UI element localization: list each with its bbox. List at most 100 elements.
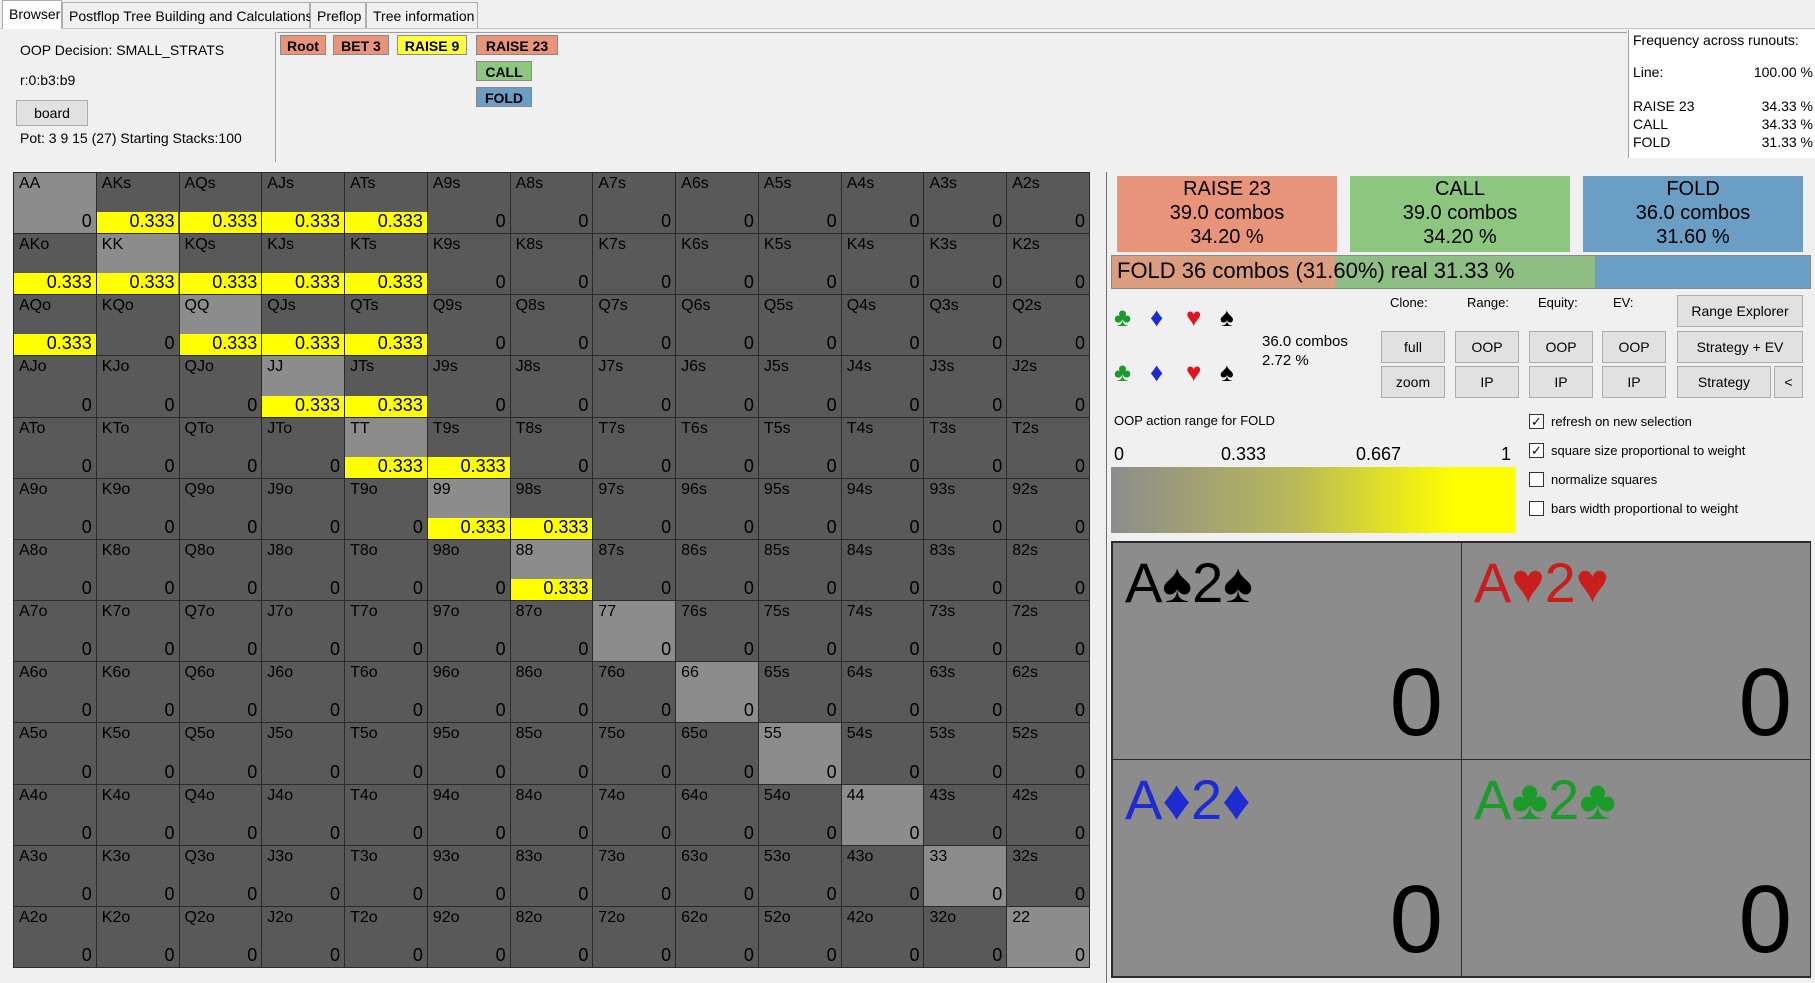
hand-cell[interactable]: A3s 0 bbox=[923, 172, 1008, 235]
action-call[interactable]: CALL 39.0 combos 34.20 % bbox=[1350, 176, 1570, 252]
hand-cell[interactable]: 87o 0 bbox=[509, 600, 594, 663]
clone-zoom-button[interactable]: zoom bbox=[1381, 366, 1445, 398]
refresh-checkbox[interactable]: ✓ bbox=[1529, 414, 1544, 429]
hand-cell[interactable]: J2o 0 bbox=[261, 905, 346, 968]
hand-cell[interactable]: 74s 0 bbox=[840, 600, 925, 663]
club-icon[interactable]: ♣ bbox=[1114, 303, 1131, 331]
hand-cell[interactable]: JTs 0.333 bbox=[344, 355, 428, 418]
hand-cell[interactable]: Q9s 0 bbox=[426, 294, 511, 357]
hand-cell[interactable]: 43s 0 bbox=[923, 783, 1008, 846]
hand-cell[interactable]: KQs 0.333 bbox=[178, 233, 263, 296]
hand-cell[interactable]: 99 0.333 bbox=[426, 477, 511, 540]
hand-cell[interactable]: 84s 0 bbox=[840, 538, 925, 602]
hand-cell[interactable]: 22 0 bbox=[1006, 905, 1090, 968]
hand-cell[interactable]: 54s 0 bbox=[840, 722, 925, 785]
hand-cell[interactable]: T7s 0 bbox=[592, 416, 677, 479]
hand-cell[interactable]: K7s 0 bbox=[592, 233, 677, 296]
hand-cell[interactable]: 52s 0 bbox=[1006, 722, 1090, 785]
hand-cell[interactable]: J6s 0 bbox=[675, 355, 759, 418]
ev-oop-button[interactable]: OOP bbox=[1602, 331, 1666, 363]
hand-cell[interactable]: Q4s 0 bbox=[840, 294, 925, 357]
hand-cell[interactable]: 73o 0 bbox=[592, 844, 677, 907]
tree-node-root[interactable]: Root bbox=[280, 35, 326, 55]
hand-cell[interactable]: 84o 0 bbox=[509, 783, 594, 846]
hand-cell[interactable]: A6o 0 bbox=[13, 661, 97, 724]
hand-cell[interactable]: 55 0 bbox=[757, 722, 842, 785]
hand-cell[interactable]: 53o 0 bbox=[757, 844, 842, 907]
hand-cell[interactable]: 64o 0 bbox=[675, 783, 759, 846]
normalize-checkbox[interactable] bbox=[1529, 472, 1544, 487]
hand-cell[interactable]: Q5s 0 bbox=[757, 294, 842, 357]
tab-browser[interactable]: Browser bbox=[2, 0, 62, 29]
hand-cell[interactable]: T2s 0 bbox=[1006, 416, 1090, 479]
hand-cell[interactable]: 98s 0.333 bbox=[509, 477, 594, 540]
hand-cell[interactable]: Q6o 0 bbox=[178, 661, 263, 724]
hand-cell[interactable]: T6s 0 bbox=[675, 416, 759, 479]
tree-node-fold[interactable]: FOLD bbox=[476, 87, 532, 107]
hand-cell[interactable]: T7o 0 bbox=[344, 600, 428, 663]
hand-cell[interactable]: 42s 0 bbox=[1006, 783, 1090, 846]
hand-cell[interactable]: 83s 0 bbox=[923, 538, 1008, 602]
hand-cell[interactable]: T2o 0 bbox=[344, 905, 428, 968]
hand-cell[interactable]: T5o 0 bbox=[344, 722, 428, 785]
hand-cell[interactable]: A8s 0 bbox=[509, 172, 594, 235]
hand-cell[interactable]: 93o 0 bbox=[426, 844, 511, 907]
hand-cell[interactable]: A9s 0 bbox=[426, 172, 511, 235]
action-fold[interactable]: FOLD 36.0 combos 31.60 % bbox=[1583, 176, 1803, 252]
hand-cell[interactable]: 98o 0 bbox=[426, 538, 511, 602]
hand-cell[interactable]: 75o 0 bbox=[592, 722, 677, 785]
hand-cell[interactable]: 63o 0 bbox=[675, 844, 759, 907]
hand-cell[interactable]: 86s 0 bbox=[675, 538, 759, 602]
hand-cell[interactable]: 63s 0 bbox=[923, 661, 1008, 724]
hand-cell[interactable]: Q2s 0 bbox=[1006, 294, 1090, 357]
hand-cell[interactable]: QQ 0.333 bbox=[178, 294, 263, 357]
hand-cell[interactable]: Q3o 0 bbox=[178, 844, 263, 907]
hand-cell[interactable]: Q6s 0 bbox=[675, 294, 759, 357]
hand-cell[interactable]: KJs 0.333 bbox=[261, 233, 346, 296]
hand-cell[interactable]: K6o 0 bbox=[95, 661, 180, 724]
hand-cell[interactable]: K4o 0 bbox=[95, 783, 180, 846]
range-explorer-button[interactable]: Range Explorer bbox=[1677, 295, 1803, 327]
hand-cell[interactable]: A2s 0 bbox=[1006, 172, 1090, 235]
hand-cell[interactable]: T3o 0 bbox=[344, 844, 428, 907]
hand-cell[interactable]: K5o 0 bbox=[95, 722, 180, 785]
hand-cell[interactable]: A7s 0 bbox=[592, 172, 677, 235]
hand-cell[interactable]: AA 0 bbox=[13, 172, 97, 235]
strategy-button[interactable]: Strategy bbox=[1677, 366, 1771, 398]
hand-cell[interactable]: K7o 0 bbox=[95, 600, 180, 663]
hand-cell[interactable]: T5s 0 bbox=[757, 416, 842, 479]
hand-cell[interactable]: J4o 0 bbox=[261, 783, 346, 846]
hand-cell[interactable]: J5s 0 bbox=[757, 355, 842, 418]
hand-cell[interactable]: AKs 0.333 bbox=[95, 172, 180, 235]
range-oop-button[interactable]: OOP bbox=[1455, 331, 1519, 363]
hand-cell[interactable]: 53s 0 bbox=[923, 722, 1008, 785]
hand-cell[interactable]: K4s 0 bbox=[840, 233, 925, 296]
hand-cell[interactable]: 32o 0 bbox=[923, 905, 1008, 968]
hand-cell[interactable]: A4s 0 bbox=[840, 172, 925, 235]
strategy-ev-button[interactable]: Strategy + EV bbox=[1677, 331, 1803, 363]
hand-cell[interactable]: Q8s 0 bbox=[509, 294, 594, 357]
hand-cell[interactable]: 44 0 bbox=[840, 783, 925, 846]
clone-full-button[interactable]: full bbox=[1381, 331, 1445, 363]
action-raise-23[interactable]: RAISE 23 39.0 combos 34.20 % bbox=[1117, 176, 1337, 252]
combo-box[interactable]: A♣2♣ 0 bbox=[1461, 759, 1811, 977]
hand-cell[interactable]: QJs 0.333 bbox=[261, 294, 346, 357]
square-size-checkbox[interactable]: ✓ bbox=[1529, 443, 1544, 458]
hand-cell[interactable]: 85s 0 bbox=[757, 538, 842, 602]
hand-cell[interactable]: K2s 0 bbox=[1006, 233, 1090, 296]
hand-cell[interactable]: 73s 0 bbox=[923, 600, 1008, 663]
hand-cell[interactable]: K3o 0 bbox=[95, 844, 180, 907]
hand-cell[interactable]: 95o 0 bbox=[426, 722, 511, 785]
hand-cell[interactable]: K8o 0 bbox=[95, 538, 180, 602]
hand-cell[interactable]: A7o 0 bbox=[13, 600, 97, 663]
spade-icon[interactable]: ♠ bbox=[1220, 358, 1234, 386]
hand-cell[interactable]: K5s 0 bbox=[757, 233, 842, 296]
hand-cell[interactable]: 66 0 bbox=[675, 661, 759, 724]
hand-cell[interactable]: 42o 0 bbox=[840, 905, 925, 968]
hand-cell[interactable]: T8s 0 bbox=[509, 416, 594, 479]
hand-cell[interactable]: T4o 0 bbox=[344, 783, 428, 846]
hand-cell[interactable]: J5o 0 bbox=[261, 722, 346, 785]
hand-cell[interactable]: 76o 0 bbox=[592, 661, 677, 724]
hand-cell[interactable]: 87s 0 bbox=[592, 538, 677, 602]
hand-cell[interactable]: K3s 0 bbox=[923, 233, 1008, 296]
